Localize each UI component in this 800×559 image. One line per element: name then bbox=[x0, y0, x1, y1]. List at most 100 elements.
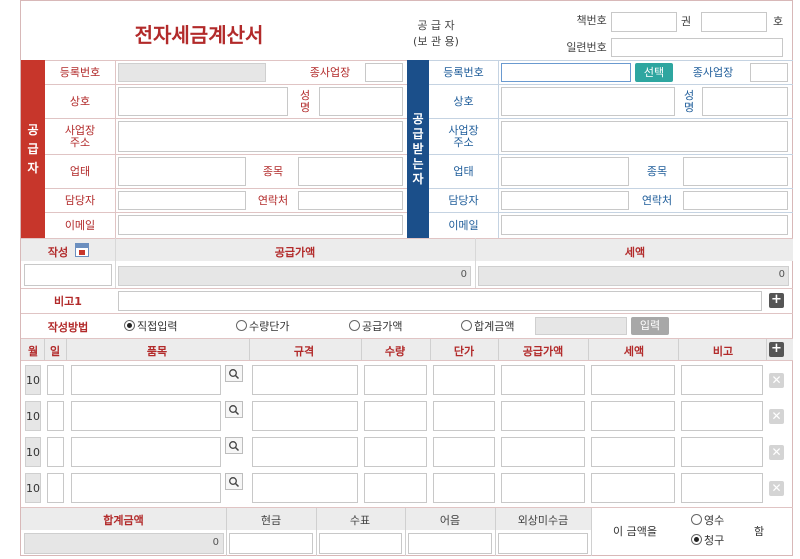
item-tax-input[interactable] bbox=[591, 401, 675, 431]
item-name-input[interactable] bbox=[71, 473, 221, 503]
item-quantity-input[interactable] bbox=[364, 401, 427, 431]
add-memo-button[interactable]: + bbox=[769, 293, 784, 308]
item-supply-amount-input[interactable] bbox=[501, 473, 585, 503]
item-quantity-input[interactable] bbox=[364, 365, 427, 395]
item-quantity-input[interactable] bbox=[364, 473, 427, 503]
buyer-address-label-line: 사업장 bbox=[448, 123, 479, 137]
item-day-input[interactable] bbox=[47, 437, 64, 467]
buyer-reg-no-input[interactable] bbox=[501, 63, 631, 82]
buyer-business-type-input[interactable] bbox=[501, 157, 629, 186]
buyer-branch-input[interactable] bbox=[750, 63, 788, 82]
credit-label: 외상미수금 bbox=[517, 514, 569, 527]
search-icon[interactable] bbox=[225, 401, 243, 418]
item-name-input[interactable] bbox=[71, 401, 221, 431]
claim-option-label: 청구 bbox=[704, 534, 725, 547]
supplier-phone-input[interactable] bbox=[298, 191, 403, 210]
delete-row-icon[interactable]: ✕ bbox=[769, 481, 784, 496]
total-amount-label: 합계금액 bbox=[103, 514, 144, 527]
cash-input[interactable] bbox=[229, 533, 313, 554]
item-day-input[interactable] bbox=[47, 473, 64, 503]
serial-number-input[interactable] bbox=[611, 38, 783, 57]
item-unit-price-input[interactable] bbox=[433, 473, 495, 503]
item-spec-input[interactable] bbox=[252, 365, 358, 395]
search-icon[interactable] bbox=[225, 437, 243, 454]
item-unit-price-input[interactable] bbox=[433, 365, 495, 395]
supplier-name-label-char: 성 bbox=[299, 88, 311, 102]
item-name-input[interactable] bbox=[71, 437, 221, 467]
item-memo-input[interactable] bbox=[681, 365, 763, 395]
method-option-total-amount[interactable]: 합계금액 bbox=[461, 318, 514, 334]
item-tax-input[interactable] bbox=[591, 437, 675, 467]
item-unit-price-input[interactable] bbox=[433, 437, 495, 467]
item-tax-input[interactable] bbox=[591, 365, 675, 395]
item-quantity-input[interactable] bbox=[364, 437, 427, 467]
calendar-icon[interactable] bbox=[75, 243, 89, 257]
item-month-cell: 10 bbox=[25, 437, 41, 467]
item-unit-price-input[interactable] bbox=[433, 401, 495, 431]
item-memo-input[interactable] bbox=[681, 437, 763, 467]
add-item-row-button[interactable]: + bbox=[769, 342, 784, 357]
credit-input[interactable] bbox=[498, 533, 588, 554]
item-spec-input[interactable] bbox=[252, 401, 358, 431]
supplier-side-char: 자 bbox=[27, 160, 39, 175]
delete-row-icon[interactable]: ✕ bbox=[769, 373, 784, 388]
buyer-select-button[interactable]: 선택 bbox=[635, 63, 673, 82]
supplier-reg-no-input[interactable] bbox=[118, 63, 266, 82]
promissory-note-input[interactable] bbox=[408, 533, 492, 554]
supplier-reg-no-label: 등록번호 bbox=[59, 65, 101, 79]
method-option-label: 수량단가 bbox=[249, 320, 290, 333]
item-supply-amount-input[interactable] bbox=[501, 437, 585, 467]
buyer-name-label: 성 명 bbox=[678, 85, 700, 118]
supplier-contact-person-input[interactable] bbox=[118, 191, 246, 210]
buyer-company-input[interactable] bbox=[501, 87, 675, 116]
col-day-header: 일 bbox=[49, 345, 61, 358]
buyer-phone-input[interactable] bbox=[683, 191, 788, 210]
issue-date-input[interactable] bbox=[24, 264, 112, 286]
check-input[interactable] bbox=[319, 533, 402, 554]
supplier-ceo-name-input[interactable] bbox=[319, 87, 403, 116]
item-name-input[interactable] bbox=[71, 365, 221, 395]
total-amount-input[interactable] bbox=[535, 317, 627, 335]
method-option-quantity-price[interactable]: 수량단가 bbox=[236, 318, 289, 334]
supply-amount-total-field bbox=[118, 266, 471, 286]
delete-row-icon[interactable]: ✕ bbox=[769, 409, 784, 424]
supplier-company-input[interactable] bbox=[118, 87, 288, 116]
buyer-contact-person-input[interactable] bbox=[501, 191, 629, 210]
method-option-direct[interactable]: 직접입력 bbox=[124, 318, 177, 334]
tax-total-value: 0 bbox=[778, 269, 785, 280]
col-spec-header: 규격 bbox=[293, 345, 315, 358]
method-input-button[interactable]: 입력 bbox=[631, 317, 669, 335]
buyer-ceo-name-input[interactable] bbox=[702, 87, 788, 116]
receipt-option[interactable]: 영수 bbox=[691, 512, 724, 528]
item-tax-input[interactable] bbox=[591, 473, 675, 503]
method-option-label: 직접입력 bbox=[137, 320, 178, 333]
buyer-address-input[interactable] bbox=[501, 121, 788, 152]
book-number-input[interactable] bbox=[611, 12, 677, 32]
supplier-business-type-input[interactable] bbox=[118, 157, 246, 186]
supplier-email-input[interactable] bbox=[118, 215, 403, 235]
supplier-address-input[interactable] bbox=[118, 121, 403, 152]
item-supply-amount-input[interactable] bbox=[501, 365, 585, 395]
copy-type-label: (보 관 용) bbox=[413, 35, 459, 48]
search-icon[interactable] bbox=[225, 365, 243, 382]
delete-row-icon[interactable]: ✕ bbox=[769, 445, 784, 460]
supplier-branch-input[interactable] bbox=[365, 63, 403, 82]
memo-input[interactable] bbox=[118, 291, 762, 311]
item-memo-input[interactable] bbox=[681, 401, 763, 431]
item-supply-amount-input[interactable] bbox=[501, 401, 585, 431]
item-spec-input[interactable] bbox=[252, 473, 358, 503]
search-icon[interactable] bbox=[225, 473, 243, 490]
memo-label: 비고1 bbox=[54, 295, 82, 308]
method-option-supply-amount[interactable]: 공급가액 bbox=[349, 318, 402, 334]
item-spec-input[interactable] bbox=[252, 437, 358, 467]
buyer-email-input[interactable] bbox=[501, 215, 788, 235]
item-day-input[interactable] bbox=[47, 401, 64, 431]
item-day-input[interactable] bbox=[47, 365, 64, 395]
item-memo-input[interactable] bbox=[681, 473, 763, 503]
item-month-cell: 10 bbox=[25, 365, 41, 395]
buyer-business-item-input[interactable] bbox=[683, 157, 788, 186]
volume-number-input[interactable] bbox=[701, 12, 767, 32]
buyer-company-label: 상호 bbox=[453, 94, 474, 108]
supplier-business-item-input[interactable] bbox=[298, 157, 403, 186]
claim-option[interactable]: 청구 bbox=[691, 532, 724, 548]
